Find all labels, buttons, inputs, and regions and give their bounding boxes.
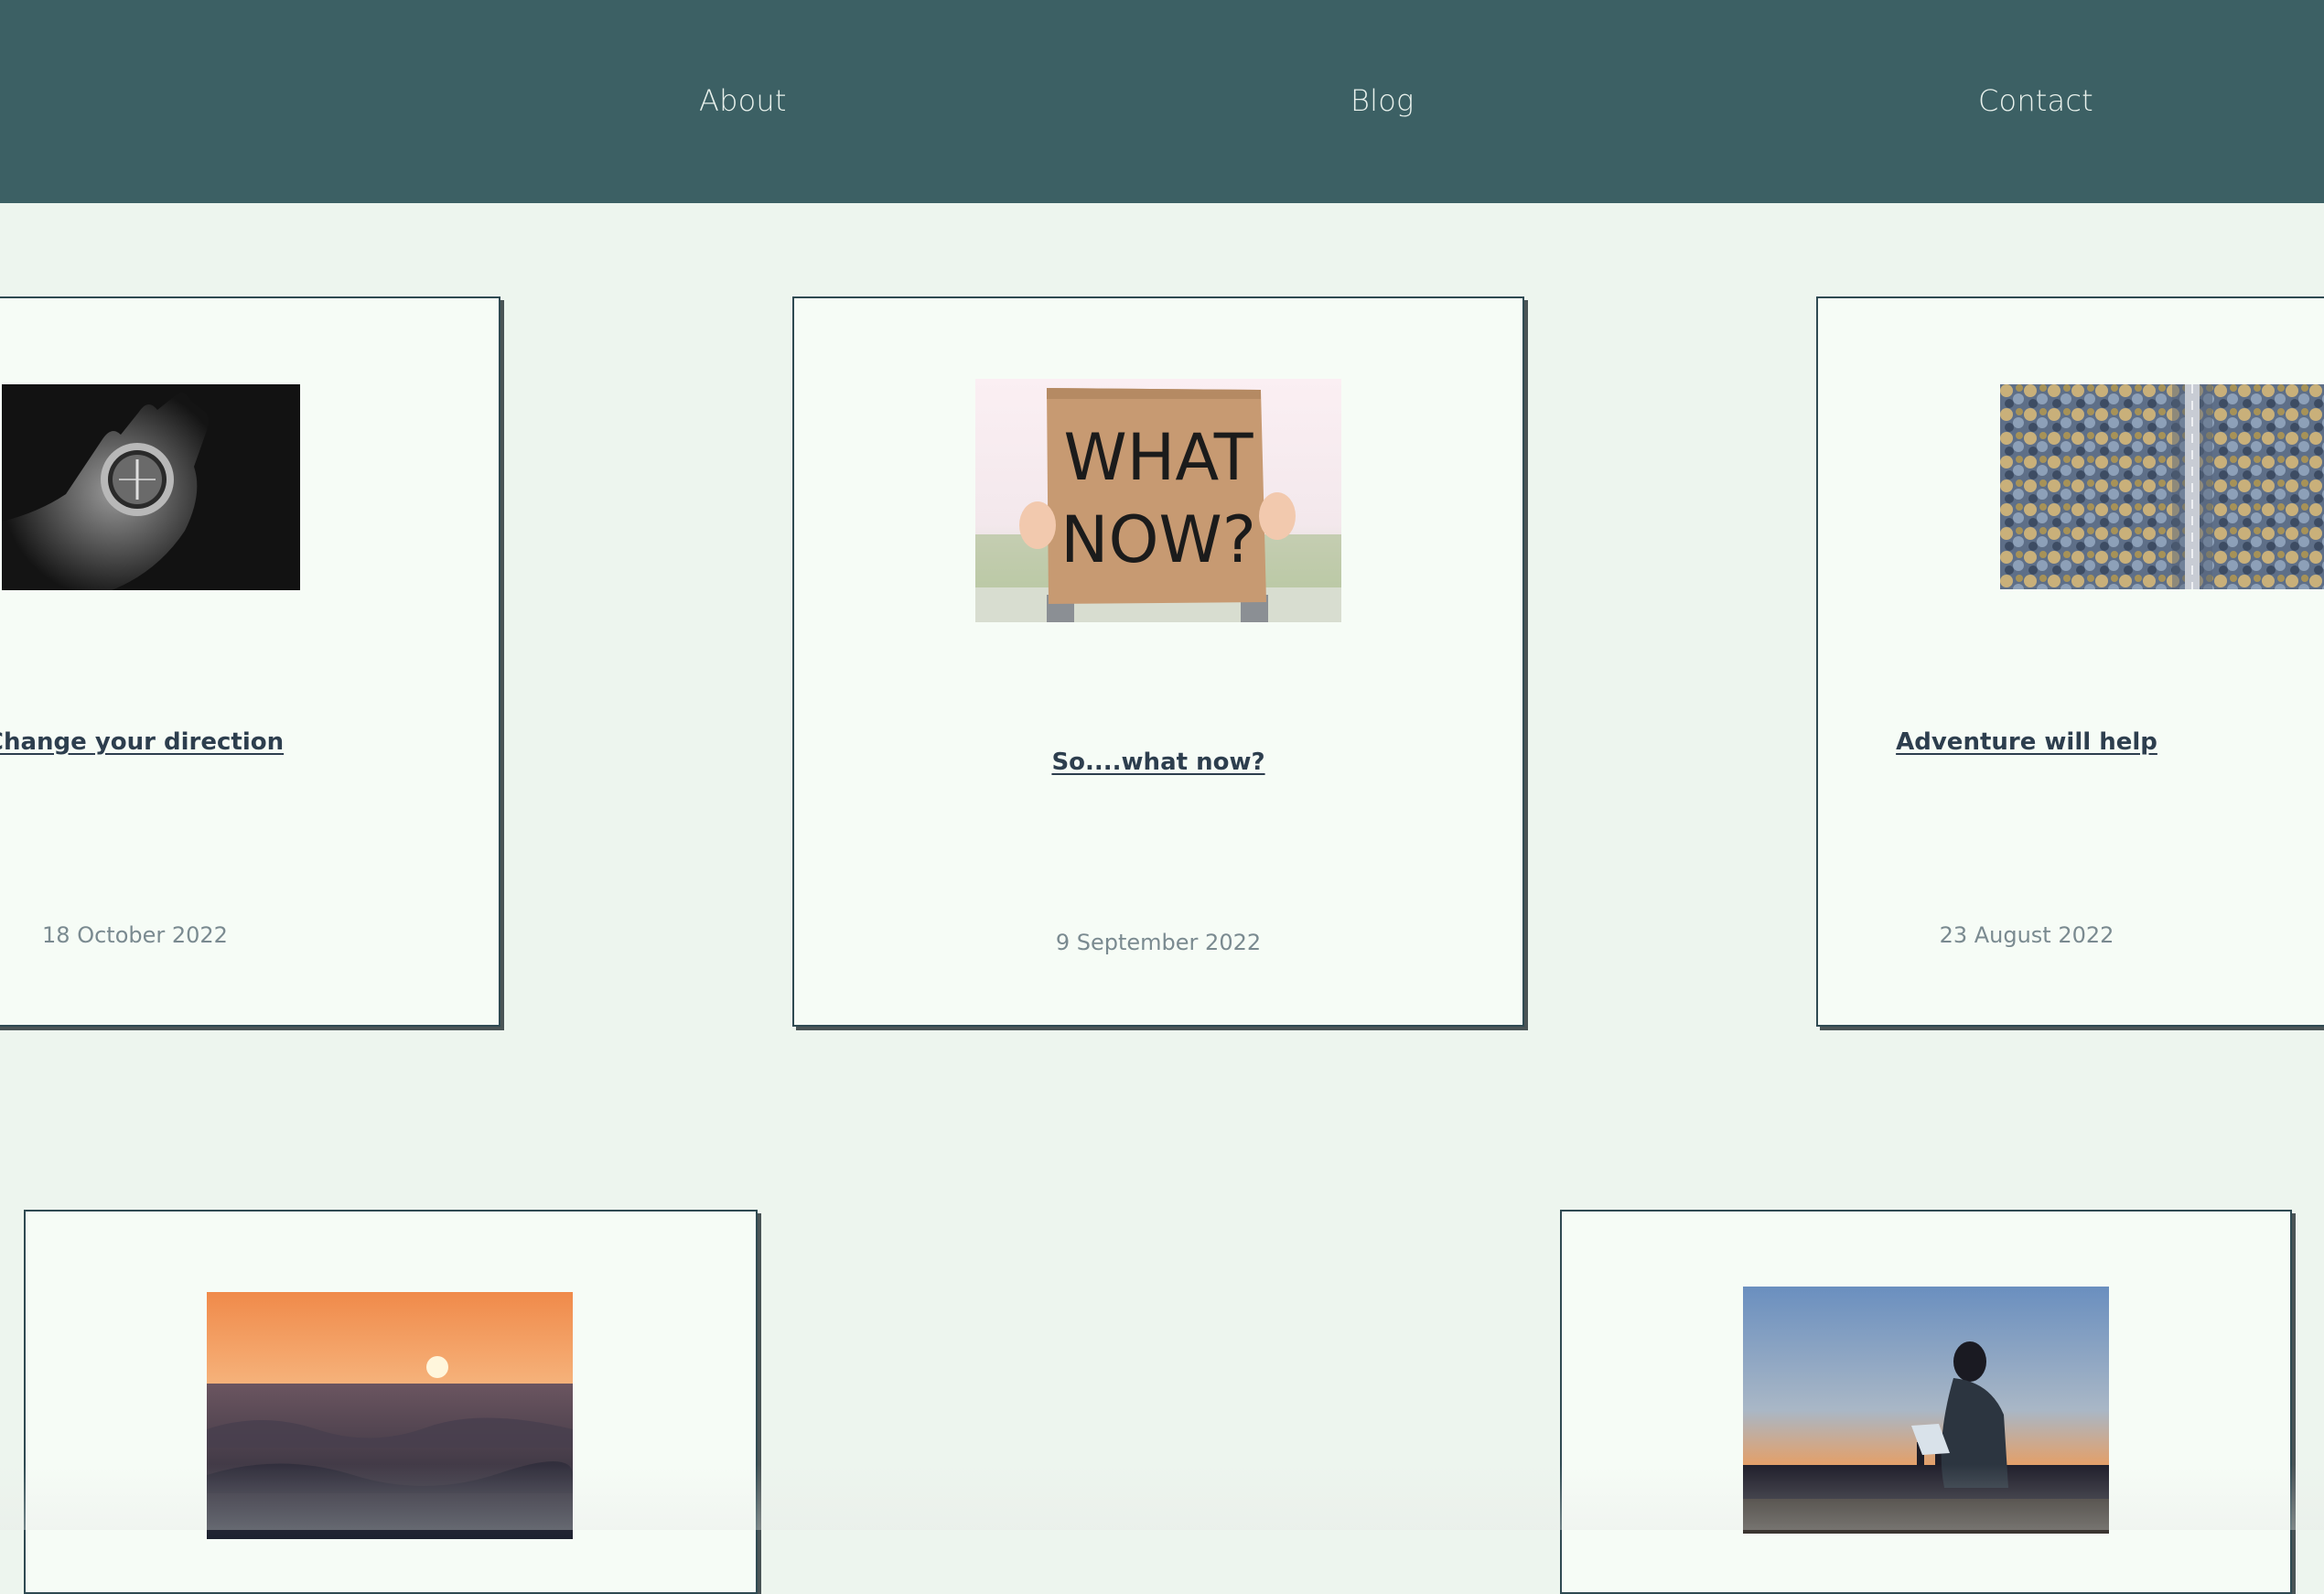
post-title-link[interactable]: So....what now? bbox=[794, 749, 1522, 776]
post-date: 23 August 2022 bbox=[1939, 922, 2114, 948]
nav-link-about[interactable]: About bbox=[699, 77, 787, 124]
site-header: About Blog Contact bbox=[0, 0, 2324, 203]
blog-post-card[interactable]: Adventure will help 23 August 2022 bbox=[1816, 296, 2324, 1027]
blog-post-card[interactable] bbox=[1560, 1210, 2292, 1594]
post-date: 9 September 2022 bbox=[1055, 930, 1262, 955]
post-title-link[interactable]: Adventure will help bbox=[1662, 728, 2324, 756]
post-image-what-now-sign[interactable]: WHAT NOW? bbox=[975, 379, 1341, 622]
post-image-person-laptop[interactable] bbox=[1743, 1287, 2109, 1534]
svg-text:NOW?: NOW? bbox=[1060, 502, 1256, 577]
svg-text:WHAT: WHAT bbox=[1063, 420, 1253, 495]
nav-link-contact[interactable]: Contact bbox=[1978, 77, 2093, 124]
blog-post-card[interactable] bbox=[24, 1210, 758, 1594]
blog-post-card[interactable]: WHAT NOW? So....what now? 9 September 20… bbox=[792, 296, 1524, 1027]
nav-link-blog[interactable]: Blog bbox=[1350, 77, 1414, 124]
post-image-compass[interactable] bbox=[2, 384, 300, 590]
post-date: 18 October 2022 bbox=[42, 922, 228, 948]
post-image-ocean-sunset[interactable] bbox=[207, 1292, 573, 1539]
post-title-link[interactable]: Change your direction bbox=[0, 728, 286, 756]
blog-post-card[interactable]: Change your direction 18 October 2022 bbox=[0, 296, 500, 1027]
post-image-forest-road[interactable] bbox=[2000, 384, 2324, 589]
